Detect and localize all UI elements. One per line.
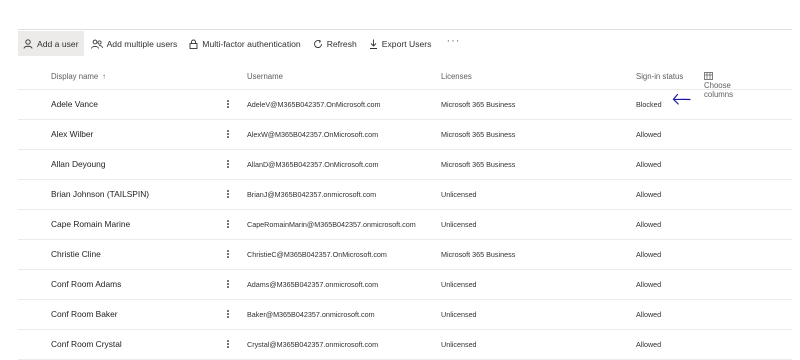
more-vertical-icon[interactable] (224, 217, 232, 231)
display-name-header-label: Display name (51, 72, 99, 81)
user-sign-in-status: Allowed (636, 130, 662, 139)
table-row[interactable]: Cape Romain Marine CapeRomainMarin@M365B… (18, 210, 792, 240)
user-license: Microsoft 365 Business (441, 160, 516, 169)
hand-drawn-arrow-icon (672, 93, 691, 105)
user-username: Baker@M365B042357.onmicrosoft.com (247, 310, 375, 319)
mfa-label: Multi-factor authentication (202, 38, 301, 49)
user-display-name[interactable]: Conf Room Baker (51, 309, 118, 319)
user-sign-in-status: Allowed (636, 280, 662, 289)
sort-ascending-icon: ↑ (102, 72, 107, 81)
user-username: BrianJ@M365B042357.onmicrosoft.com (247, 190, 377, 199)
command-bar: Add a user Add multiple users Multi-fact… (18, 31, 470, 56)
user-display-name[interactable]: Allan Deyoung (51, 159, 105, 169)
user-sign-in-status: Blocked (636, 100, 662, 109)
user-username: AdeleV@M365B042357.OnMicrosoft.com (247, 100, 381, 109)
user-display-name[interactable]: Alex Wilber (51, 129, 93, 139)
user-license: Unlicensed (441, 340, 477, 349)
more-vertical-icon[interactable] (224, 97, 232, 111)
add-user-label: Add a user (37, 38, 79, 49)
table-row[interactable]: Christie Cline ChristieC@M365B042357.OnM… (18, 240, 792, 270)
column-header-username[interactable]: Username (247, 72, 283, 81)
user-license: Unlicensed (441, 190, 477, 199)
refresh-button[interactable]: Refresh (308, 31, 362, 56)
more-vertical-icon[interactable] (224, 307, 232, 321)
user-sign-in-status: Allowed (636, 310, 662, 319)
table-row[interactable]: Brian Johnson (TAILSPIN) BrianJ@M365B042… (18, 180, 792, 210)
more-vertical-icon[interactable] (224, 187, 232, 201)
user-display-name[interactable]: Adele Vance (51, 99, 98, 109)
export-users-button[interactable]: Export Users (364, 31, 437, 56)
user-sign-in-status: Allowed (636, 160, 662, 169)
more-vertical-icon[interactable] (224, 277, 232, 291)
columns-icon (704, 72, 713, 80)
mfa-button[interactable]: Multi-factor authentication (184, 31, 305, 56)
user-username: ChristieC@M365B042357.OnMicrosoft.com (247, 250, 387, 259)
lock-icon (189, 39, 198, 49)
more-vertical-icon[interactable] (224, 337, 232, 351)
table-row[interactable]: Conf Room Adams Adams@M365B042357.onmicr… (18, 270, 792, 300)
person-icon (23, 38, 33, 49)
user-license: Unlicensed (441, 310, 477, 319)
user-username: AlexW@M365B042357.OnMicrosoft.com (247, 130, 379, 139)
user-display-name[interactable]: Christie Cline (51, 249, 101, 259)
user-sign-in-status: Allowed (636, 220, 662, 229)
people-icon (90, 39, 103, 49)
users-table: Display name ↑ Username Licenses Sign-in … (18, 63, 792, 360)
more-commands-button[interactable]: ··· (438, 29, 468, 54)
user-display-name[interactable]: Brian Johnson (TAILSPIN) (51, 189, 149, 199)
user-display-name[interactable]: Cape Romain Marine (51, 219, 130, 229)
user-license: Microsoft 365 Business (441, 250, 516, 259)
user-username: Crystal@M365B042357.onmicrosoft.com (247, 340, 379, 349)
table-row[interactable]: Conf Room Baker Baker@M365B042357.onmicr… (18, 300, 792, 330)
add-multiple-users-label: Add multiple users (106, 38, 178, 49)
more-vertical-icon[interactable] (224, 157, 232, 171)
table-header: Display name ↑ Username Licenses Sign-in … (18, 63, 792, 99)
user-license: Microsoft 365 Business (441, 130, 516, 139)
user-display-name[interactable]: Conf Room Crystal (51, 339, 122, 349)
user-sign-in-status: Allowed (636, 340, 662, 349)
user-username: Adams@M365B042357.onmicrosoft.com (247, 280, 379, 289)
user-display-name[interactable]: Conf Room Adams (51, 279, 121, 289)
table-row[interactable]: Allan Deyoung AllanD@M365B042357.OnMicro… (18, 150, 792, 180)
more-vertical-icon[interactable] (224, 247, 232, 261)
export-users-label: Export Users (381, 38, 432, 49)
table-row[interactable]: Conf Room Crystal Crystal@M365B042357.on… (18, 330, 792, 360)
user-license: Unlicensed (441, 280, 477, 289)
choose-columns-button[interactable]: Choose columns (704, 72, 733, 99)
refresh-icon (313, 39, 322, 48)
user-license: Unlicensed (441, 220, 477, 229)
top-divider (18, 29, 792, 30)
column-header-display-name[interactable]: Display name ↑ (51, 72, 106, 81)
column-header-licenses[interactable]: Licenses (441, 72, 472, 81)
column-header-sign-in-status[interactable]: Sign-in status (636, 72, 683, 81)
user-username: AllanD@M365B042357.OnMicrosoft.com (247, 160, 379, 169)
user-username: CapeRomainMarin@M365B042357.onmicrosoft.… (247, 220, 416, 229)
add-user-button[interactable]: Add a user (18, 31, 84, 56)
add-multiple-users-button[interactable]: Add multiple users (86, 31, 183, 56)
user-license: Microsoft 365 Business (441, 100, 516, 109)
refresh-label: Refresh (326, 38, 357, 49)
table-row[interactable]: Alex Wilber AlexW@M365B042357.OnMicrosof… (18, 120, 792, 150)
download-icon (369, 39, 377, 49)
user-sign-in-status: Allowed (636, 190, 662, 199)
more-vertical-icon[interactable] (224, 127, 232, 141)
user-sign-in-status: Allowed (636, 250, 662, 259)
